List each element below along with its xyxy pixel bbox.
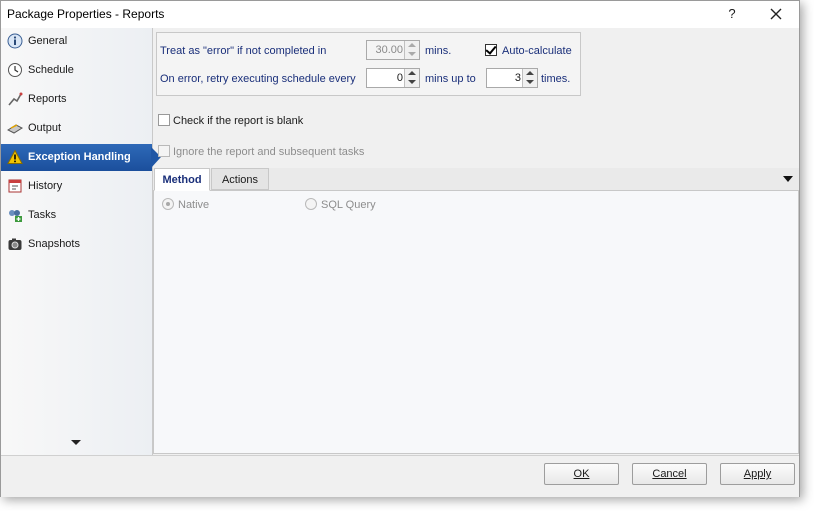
package-properties-dialog: Package Properties - Reports ? General S… [0,0,800,497]
spinner-arrows[interactable] [404,69,419,87]
retry-count-value: 3 [514,72,521,84]
history-icon [8,179,22,193]
sidebar: General Schedule Reports Output Exceptio… [1,28,161,455]
close-icon [770,8,782,20]
output-icon [7,124,23,134]
native-radio[interactable] [162,198,174,210]
apply-button[interactable]: Apply [720,463,795,485]
sidebar-item-label: Exception Handling [28,151,131,163]
clock-icon [8,63,22,77]
reports-icon [8,92,23,106]
spinner-arrows[interactable] [404,41,419,59]
sidebar-item-label: Reports [28,93,67,105]
sidebar-item-label: Tasks [28,209,57,221]
sidebar-item-general[interactable]: General [1,28,152,55]
sql-query-radio-label: SQL Query [321,199,376,211]
tab-strip: Method Actions [153,168,799,191]
tasks-icon [9,210,22,222]
auto-calculate-label: Auto-calculate [502,45,572,57]
auto-calculate-checkbox[interactable] [485,43,497,56]
retry-label: On error, retry executing schedule every [160,73,356,85]
sidebar-item-reports[interactable]: Reports [1,86,152,113]
title-bar: Package Properties - Reports ? [1,1,799,28]
ignore-report-label: Ignore the report and subsequent tasks [173,146,365,158]
sidebar-item-label: Schedule [28,64,74,76]
retry-count-spinner[interactable]: 3 [486,68,538,88]
dialog-footer: OK Cancel Apply [1,455,799,497]
retry-interval-spinner[interactable]: 0 [366,68,420,88]
error-timeout-value: 30.00 [375,44,403,56]
sidebar-item-schedule[interactable]: Schedule [1,57,152,84]
tab-dropdown-arrow[interactable] [783,176,793,182]
apply-button-label: Apply [743,468,772,480]
treat-error-label: Treat as "error" if not completed in [160,45,327,57]
warning-icon [7,149,23,164]
mins-up-to-label: mins up to [425,73,476,85]
native-radio-label: Native [178,199,210,211]
window-title: Package Properties - Reports [7,7,165,21]
sidebar-item-history[interactable]: History [1,173,152,200]
info-icon [7,33,23,49]
camera-icon [8,238,22,250]
error-timeout-spinner[interactable]: 30.00 [366,40,420,60]
exception-handling-panel: Treat as "error" if not completed in 30.… [153,28,799,455]
sidebar-item-label: Snapshots [28,238,80,250]
times-label: times. [541,73,571,85]
help-button[interactable]: ? [723,5,741,23]
sidebar-item-exception-handling[interactable]: Exception Handling [1,144,161,171]
sidebar-item-snapshots[interactable]: Snapshots [1,231,152,258]
sidebar-scroll-down-arrow[interactable] [71,440,81,445]
timeout-retry-group: Treat as "error" if not completed in 30.… [156,32,581,96]
spinner-arrows[interactable] [522,69,537,87]
sql-query-radio[interactable] [305,198,317,210]
sidebar-item-label: History [28,180,63,192]
cancel-button-label: Cancel [652,468,687,480]
ok-button-label: OK [573,468,590,480]
check-mark-icon [485,43,497,55]
mins-label: mins. [425,45,452,57]
check-blank-report-label: Check if the report is blank [173,115,304,127]
ignore-report-checkbox[interactable] [158,145,170,157]
close-button[interactable] [767,5,785,23]
check-blank-report-checkbox[interactable] [158,114,170,126]
method-tab-panel: Native SQL Query [153,191,799,454]
retry-interval-value: 0 [396,72,403,84]
sidebar-item-output[interactable]: Output [1,115,152,142]
tab-actions[interactable]: Actions [211,168,269,190]
ok-button[interactable]: OK [544,463,619,485]
sidebar-item-label: General [28,35,68,47]
tab-method[interactable]: Method [154,168,210,191]
sidebar-item-tasks[interactable]: Tasks [1,202,152,229]
cancel-button[interactable]: Cancel [632,463,707,485]
sidebar-item-label: Output [28,122,62,134]
